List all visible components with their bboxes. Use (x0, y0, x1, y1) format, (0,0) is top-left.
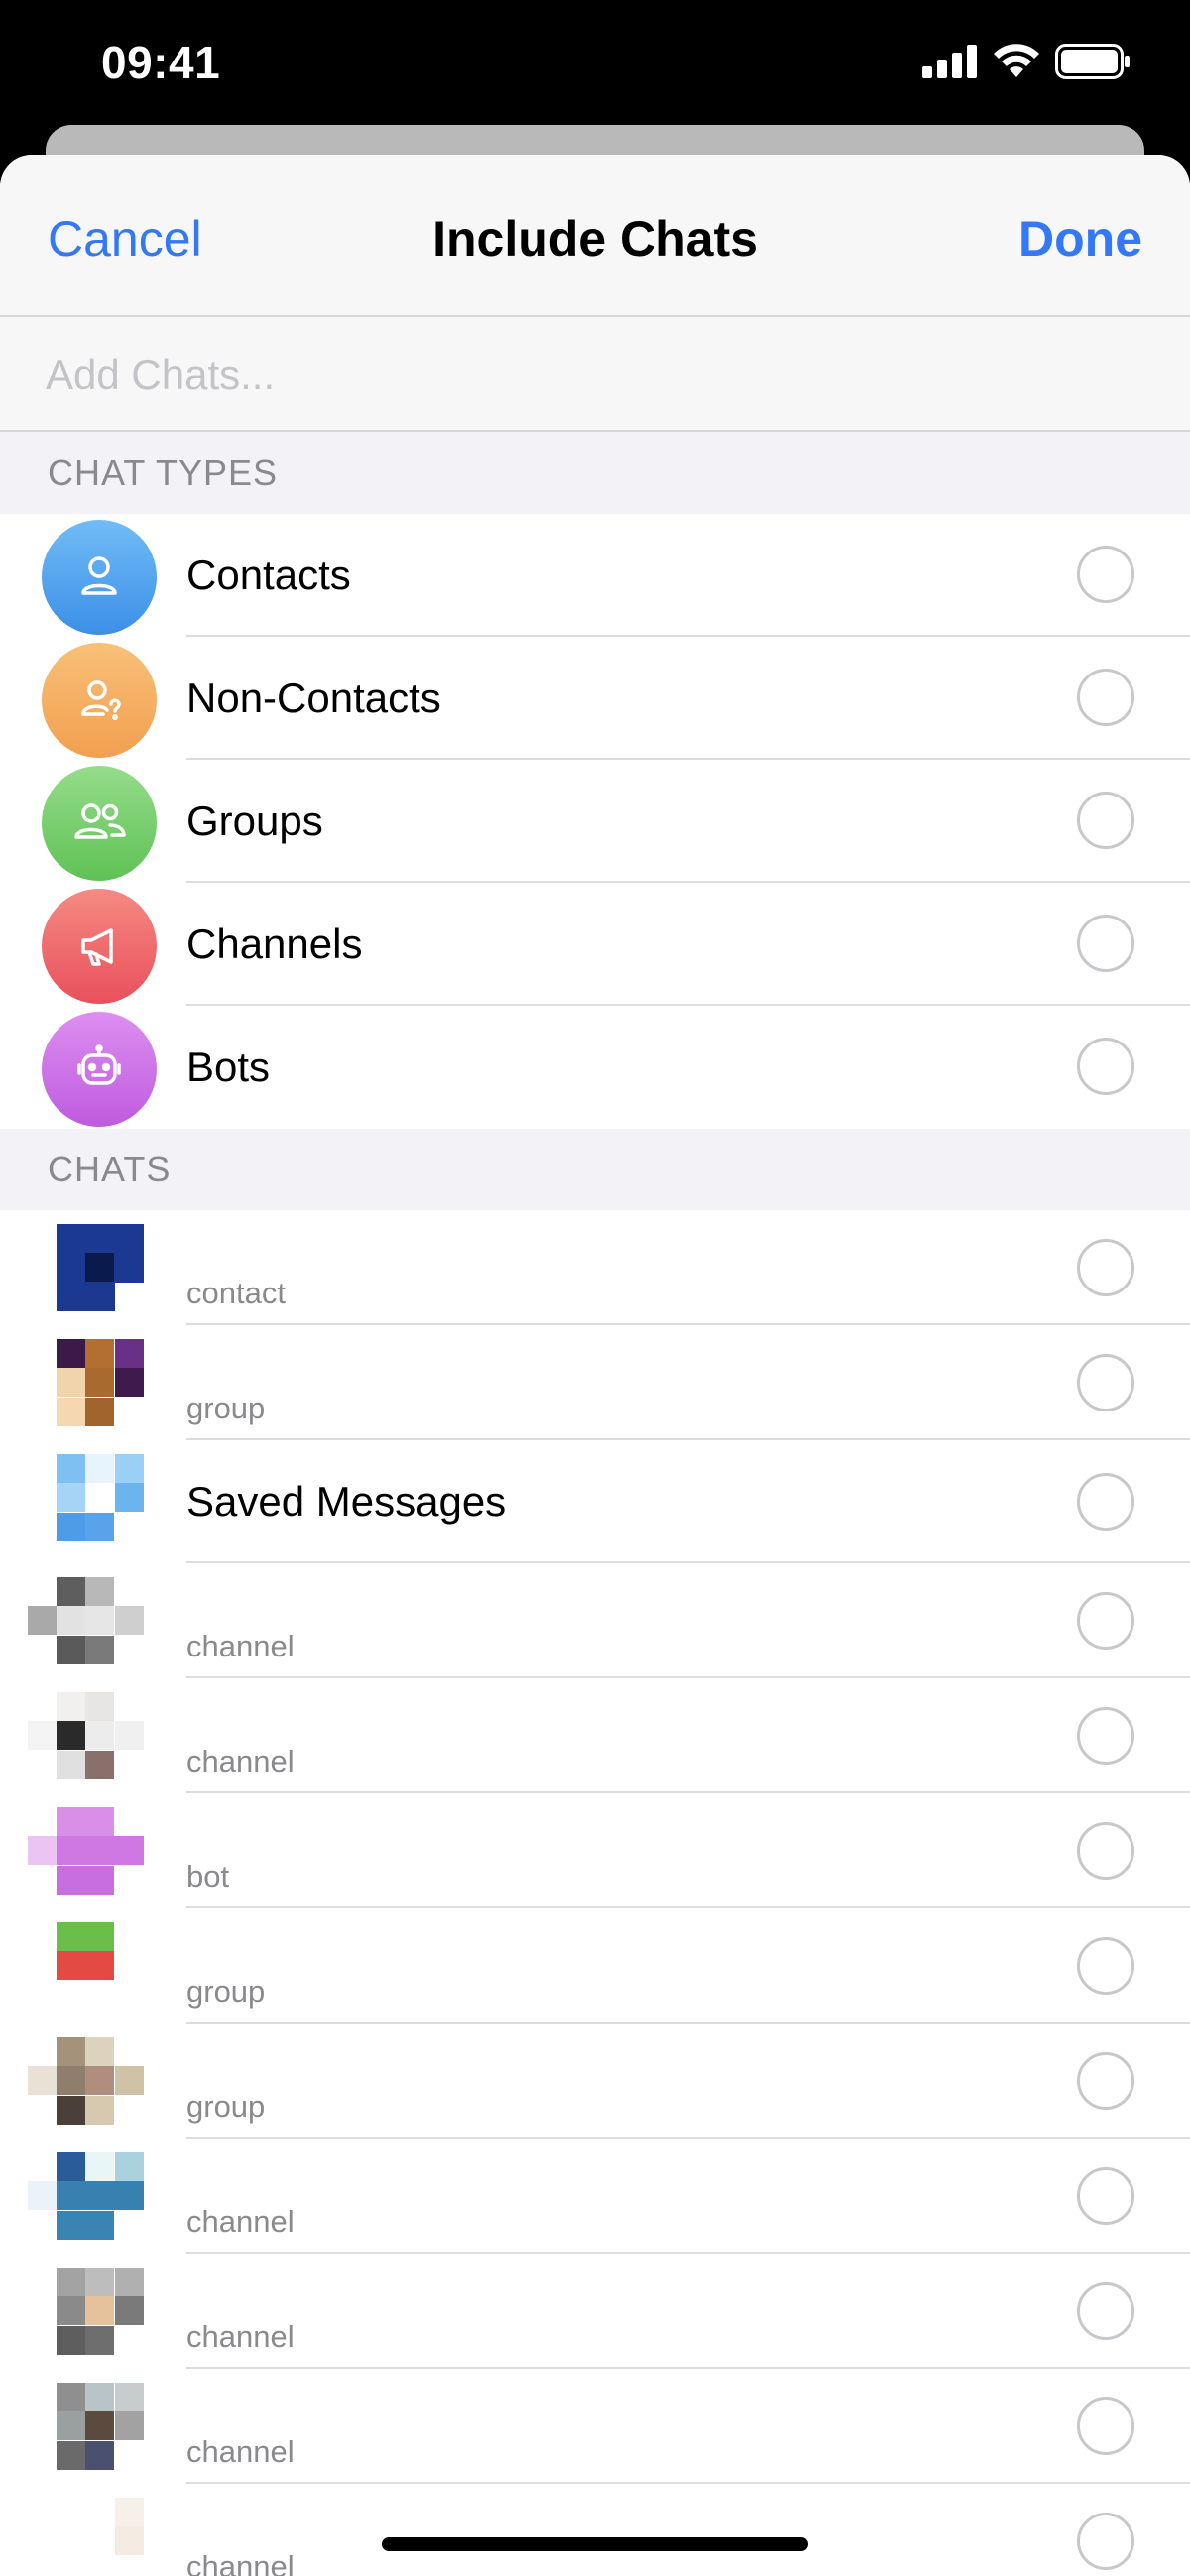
search-bar (0, 317, 1190, 432)
chat-subtitle: channel (186, 2204, 295, 2239)
chat-row[interactable]: contact (0, 1210, 1190, 1325)
selection-radio[interactable] (1077, 2052, 1134, 2110)
chat-row[interactable]: channel (0, 2369, 1190, 2484)
person-question-icon (42, 643, 157, 758)
chat-title: Saved Messages (186, 1478, 507, 1525)
selection-radio[interactable] (1077, 1473, 1134, 1531)
megaphone-icon (42, 889, 157, 1004)
include-chats-sheet: Cancel Include Chats Done CHAT TYPES Con… (0, 155, 1190, 2576)
chat-subtitle: channel (186, 1744, 295, 1779)
selection-radio[interactable] (1077, 1239, 1134, 1296)
chat-row-saved-messages[interactable]: Saved Messages (0, 1440, 1190, 1563)
wifi-icon (994, 44, 1039, 77)
selection-radio[interactable] (1077, 1354, 1134, 1411)
group-icon (42, 766, 157, 881)
selection-radio[interactable] (1077, 2513, 1134, 2570)
done-button[interactable]: Done (1018, 210, 1142, 268)
chat-avatar (28, 2037, 144, 2125)
navigation-bar: Cancel Include Chats Done (0, 155, 1190, 317)
chat-avatar (28, 1339, 144, 1426)
section-header-chat-types: CHAT TYPES (0, 432, 1190, 514)
robot-icon (42, 1012, 157, 1127)
status-icons (922, 44, 1130, 79)
selection-radio[interactable] (1077, 792, 1134, 849)
chat-row[interactable]: channel (0, 2139, 1190, 2254)
chat-subtitle: channel (186, 1629, 295, 1663)
chat-type-label: Bots (186, 1043, 271, 1090)
selection-radio[interactable] (1077, 1038, 1134, 1095)
chat-avatar (28, 1807, 144, 1895)
chat-subtitle: group (186, 1974, 266, 2009)
cellular-signal-icon (922, 45, 977, 78)
selection-radio[interactable] (1077, 1822, 1134, 1880)
chat-subtitle: channel (186, 2434, 295, 2469)
chat-subtitle: channel (186, 2319, 295, 2354)
chat-subtitle: group (186, 1391, 266, 1425)
chat-avatar (28, 1692, 144, 1779)
home-indicator[interactable] (382, 2537, 808, 2551)
chat-row[interactable]: channel (0, 1563, 1190, 1678)
chat-row[interactable]: group (0, 1908, 1190, 2024)
selection-radio[interactable] (1077, 669, 1134, 726)
selection-radio[interactable] (1077, 546, 1134, 603)
chat-avatar (28, 2383, 144, 2470)
selection-radio[interactable] (1077, 2397, 1134, 2455)
selection-radio[interactable] (1077, 1592, 1134, 1650)
person-icon (42, 520, 157, 635)
chat-type-non-contacts[interactable]: Non-Contacts (0, 637, 1190, 760)
chat-type-contacts[interactable]: Contacts (0, 514, 1190, 637)
chat-type-groups[interactable]: Groups (0, 760, 1190, 883)
selection-radio[interactable] (1077, 915, 1134, 972)
chat-type-channels[interactable]: Channels (0, 883, 1190, 1006)
chat-subtitle: group (186, 2089, 266, 2124)
chat-row[interactable]: bot (0, 1793, 1190, 1908)
selection-radio[interactable] (1077, 2167, 1134, 2225)
section-header-chats: CHATS (0, 1129, 1190, 1210)
chat-avatar (28, 2152, 144, 2240)
chat-type-label: Channels (186, 920, 363, 967)
chat-subtitle: channel (186, 2549, 295, 2576)
chat-row[interactable]: channel (0, 2254, 1190, 2369)
saved-messages-avatar (28, 1454, 144, 1541)
chat-avatar (28, 1922, 144, 2010)
chat-row[interactable]: channel (0, 1678, 1190, 1793)
chat-avatar (28, 2498, 144, 2576)
chat-avatar (28, 2268, 144, 2355)
chat-type-label: Non-Contacts (186, 675, 441, 721)
battery-icon (1055, 44, 1130, 79)
status-bar: 09:41 (0, 0, 1190, 129)
chat-row[interactable]: group (0, 1325, 1190, 1440)
chat-subtitle: contact (186, 1276, 286, 1310)
chat-type-label: Contacts (186, 552, 351, 598)
selection-radio[interactable] (1077, 2282, 1134, 2340)
add-chats-input[interactable] (44, 317, 1138, 432)
selection-radio[interactable] (1077, 1937, 1134, 1995)
status-time: 09:41 (101, 37, 221, 88)
chat-type-label: Groups (186, 797, 323, 844)
chat-avatar (28, 1224, 144, 1311)
chat-row[interactable]: channel (0, 2484, 1190, 2576)
chat-row[interactable]: group (0, 2024, 1190, 2139)
selection-radio[interactable] (1077, 1707, 1134, 1765)
chat-subtitle: bot (186, 1859, 230, 1894)
chat-avatar (28, 1577, 144, 1664)
chat-type-bots[interactable]: Bots (0, 1006, 1190, 1129)
page-title: Include Chats (432, 211, 758, 267)
